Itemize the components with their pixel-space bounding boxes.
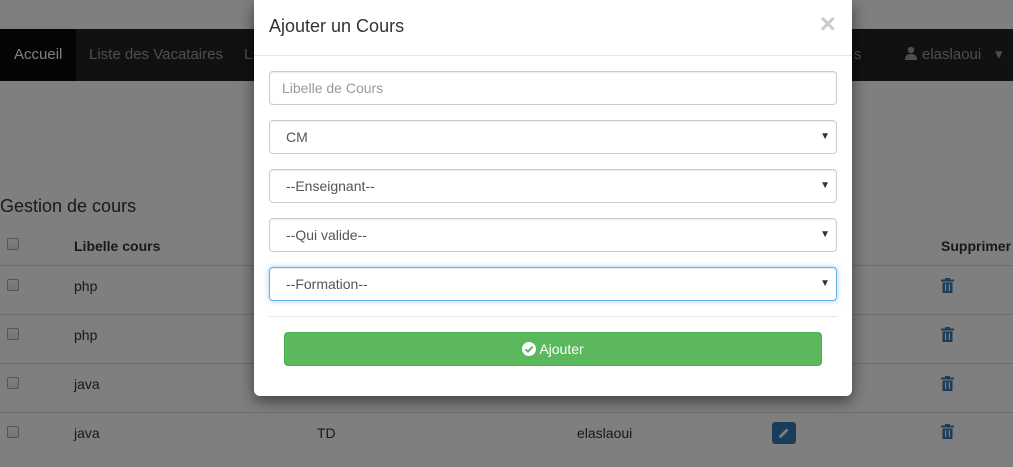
caret-down-icon: ▼ <box>820 180 830 191</box>
enseignant-select-value: --Enseignant-- <box>286 178 375 194</box>
modal-header: Ajouter un Cours × <box>254 0 852 56</box>
caret-down-icon: ▼ <box>820 229 830 240</box>
caret-down-icon: ▼ <box>820 131 830 142</box>
ajouter-button[interactable]: Ajouter <box>284 332 822 366</box>
formation-select-value: --Formation-- <box>286 276 368 292</box>
type-select[interactable]: CM ▼ <box>269 120 837 154</box>
formation-select[interactable]: --Formation-- ▼ <box>269 267 837 301</box>
caret-down-icon: ▼ <box>820 278 830 289</box>
libelle-input[interactable]: Libelle de Cours <box>269 71 837 105</box>
valide-select-value: --Qui valide-- <box>286 227 367 243</box>
enseignant-select[interactable]: --Enseignant-- ▼ <box>269 169 837 203</box>
close-icon[interactable]: × <box>820 10 836 38</box>
type-select-value: CM <box>286 129 308 145</box>
valide-select[interactable]: --Qui valide-- ▼ <box>269 218 837 252</box>
modal-divider <box>269 316 837 317</box>
ajouter-button-label: Ajouter <box>539 341 584 357</box>
check-circle-icon <box>522 342 537 356</box>
add-course-modal: Ajouter un Cours × Libelle de Cours CM ▼… <box>254 0 852 396</box>
modal-title: Ajouter un Cours <box>269 16 405 36</box>
